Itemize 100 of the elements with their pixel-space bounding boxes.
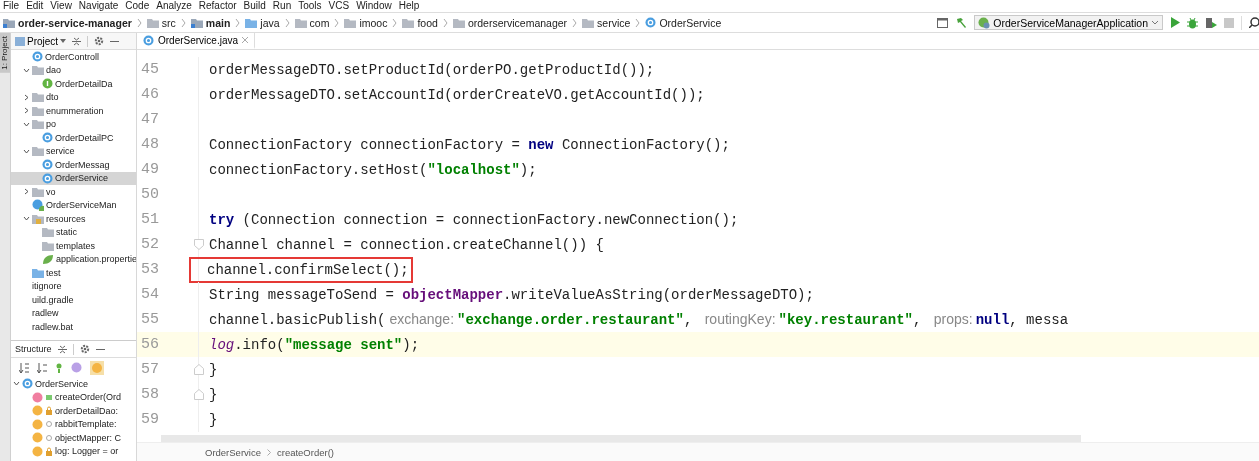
chevron-icon bbox=[392, 17, 398, 28]
line-number: 50 bbox=[140, 186, 159, 203]
fold-marker-icon[interactable] bbox=[194, 364, 204, 375]
tree-item-label: log: Logger = or bbox=[55, 446, 119, 457]
tree-row[interactable]: vo bbox=[11, 185, 136, 199]
code-line: String messageToSend = objectMapper.writeValueAsString(orderMessageDTO); bbox=[209, 286, 814, 303]
line-number: 49 bbox=[140, 161, 159, 178]
breadcrumb-item[interactable]: java bbox=[245, 16, 280, 29]
breadcrumb-item[interactable]: com bbox=[294, 16, 330, 29]
bug-icon[interactable] bbox=[1187, 16, 1198, 29]
tree-row[interactable]: uild.gradle bbox=[11, 293, 136, 307]
tree-row[interactable]: radlew bbox=[11, 306, 136, 320]
tree-row[interactable]: OrderMessag bbox=[11, 158, 136, 172]
run-icon[interactable] bbox=[1170, 17, 1180, 28]
sort-by-visibility-icon[interactable] bbox=[19, 362, 29, 373]
menu-item[interactable]: File bbox=[0, 0, 24, 12]
tree-row[interactable]: OrderDetailPC bbox=[11, 131, 136, 145]
tree-item-label: itignore bbox=[32, 281, 62, 292]
tree-row[interactable]: enummeration bbox=[11, 104, 136, 118]
breadcrumb-item[interactable]: src bbox=[146, 16, 176, 29]
menu-item[interactable]: VCS bbox=[325, 0, 354, 12]
menu-item[interactable]: Build bbox=[240, 0, 270, 12]
project-view-icon bbox=[15, 36, 25, 46]
source-folder-icon bbox=[245, 17, 258, 28]
class-icon bbox=[143, 34, 154, 46]
method-icon bbox=[32, 391, 43, 403]
breadcrumb-item[interactable]: orderservicemanager bbox=[452, 16, 568, 29]
lock-icon bbox=[45, 446, 53, 456]
tree-item-label: vo bbox=[46, 186, 56, 197]
tree-row[interactable]: OrderDetailDa bbox=[11, 77, 136, 91]
menu-item[interactable]: Run bbox=[269, 0, 296, 12]
tree-item-label: dto bbox=[46, 92, 59, 103]
chevron-icon bbox=[180, 17, 186, 28]
folder-icon bbox=[42, 240, 54, 251]
tree-item-label: static bbox=[56, 227, 77, 238]
breadcrumb-item[interactable]: food bbox=[402, 16, 438, 29]
tree-row[interactable]: radlew.bat bbox=[11, 320, 136, 334]
breadcrumb-item[interactable]: main bbox=[190, 16, 231, 29]
menu-item[interactable]: Window bbox=[353, 0, 396, 12]
menu-item[interactable]: View bbox=[47, 0, 76, 12]
tree-row[interactable]: itignore bbox=[11, 279, 136, 293]
coverage-icon[interactable] bbox=[1205, 16, 1217, 29]
tree-row[interactable]: test bbox=[11, 266, 136, 280]
breadcrumb-item[interactable]: imooc bbox=[344, 16, 388, 29]
menu-item[interactable]: Navigate bbox=[75, 0, 123, 12]
collapse-all-icon[interactable] bbox=[72, 36, 82, 46]
breadcrumb-item[interactable]: createOrder() bbox=[276, 446, 334, 458]
tree-item-label: application.propertie bbox=[56, 254, 136, 265]
menu-item[interactable]: Refactor bbox=[195, 0, 241, 12]
tree-row[interactable]: dto bbox=[11, 90, 136, 104]
folder-icon bbox=[146, 17, 159, 28]
breadcrumb-item[interactable]: OrderService bbox=[205, 446, 261, 458]
project-tool-tab[interactable]: 1: Project bbox=[0, 33, 10, 73]
breadcrumb-item[interactable]: service bbox=[582, 16, 631, 29]
settings-icon[interactable] bbox=[94, 36, 105, 46]
breadcrumb-item[interactable]: order-service-manager bbox=[3, 16, 132, 29]
folder-icon bbox=[32, 65, 44, 76]
source-folder-icon bbox=[32, 267, 44, 278]
breadcrumb-item[interactable]: OrderService bbox=[645, 16, 722, 29]
fold-marker-icon[interactable] bbox=[194, 389, 204, 400]
inherited-icon[interactable] bbox=[55, 362, 63, 373]
menu-item[interactable]: Tools bbox=[295, 0, 326, 12]
menu-item[interactable]: Analyze bbox=[153, 0, 196, 12]
tree-row[interactable]: OrderServiceMan bbox=[11, 198, 136, 212]
menu-item[interactable]: Code bbox=[122, 0, 154, 12]
code-line: } bbox=[209, 361, 218, 378]
line-number: 55 bbox=[140, 311, 159, 328]
fold-marker-icon[interactable] bbox=[194, 239, 204, 250]
run-configuration-dropdown[interactable]: OrderServiceManagerApplication bbox=[974, 15, 1163, 30]
project-view-dropdown[interactable]: Project bbox=[15, 35, 67, 47]
code-line: orderMessageDTO.setAccountId(orderCreateVO.getAccountId()); bbox=[209, 86, 705, 103]
fields-toggle-icon[interactable] bbox=[90, 360, 104, 375]
tree-row[interactable]: application.propertie bbox=[11, 252, 136, 266]
code-line: } bbox=[209, 411, 218, 428]
chevron-icon bbox=[442, 17, 448, 28]
settings-icon[interactable] bbox=[79, 344, 90, 354]
tree-row[interactable]: dao bbox=[11, 63, 136, 77]
tree-row[interactable]: OrderControll bbox=[11, 50, 136, 64]
console-icon[interactable] bbox=[937, 17, 949, 28]
tree-row[interactable]: static bbox=[11, 225, 136, 239]
tree-row[interactable]: service bbox=[11, 144, 136, 158]
tree-item-label: OrderDetailDa bbox=[55, 78, 113, 89]
search-icon[interactable] bbox=[1249, 17, 1259, 28]
tree-item-label: test bbox=[46, 267, 61, 278]
tree-item-label: OrderControll bbox=[45, 51, 100, 62]
folder-icon bbox=[344, 17, 357, 28]
folder-icon bbox=[32, 119, 44, 130]
sort-alphabetically-icon[interactable] bbox=[37, 362, 47, 373]
tree-item-label: service bbox=[46, 146, 75, 157]
folder-icon bbox=[32, 105, 44, 116]
module-folder-icon bbox=[190, 17, 203, 28]
tree-row[interactable]: templates bbox=[11, 239, 136, 253]
tree-row[interactable]: po bbox=[11, 117, 136, 131]
tree-item-label: orderDetailDao: bbox=[55, 405, 119, 416]
menu-item[interactable]: Edit bbox=[23, 0, 48, 12]
class-icon bbox=[42, 132, 53, 144]
collapse-all-icon[interactable] bbox=[57, 344, 67, 354]
tree-row[interactable]: resources bbox=[11, 212, 136, 226]
menu-item[interactable]: Help bbox=[395, 0, 424, 12]
tree-row[interactable]: OrderService bbox=[11, 171, 136, 185]
